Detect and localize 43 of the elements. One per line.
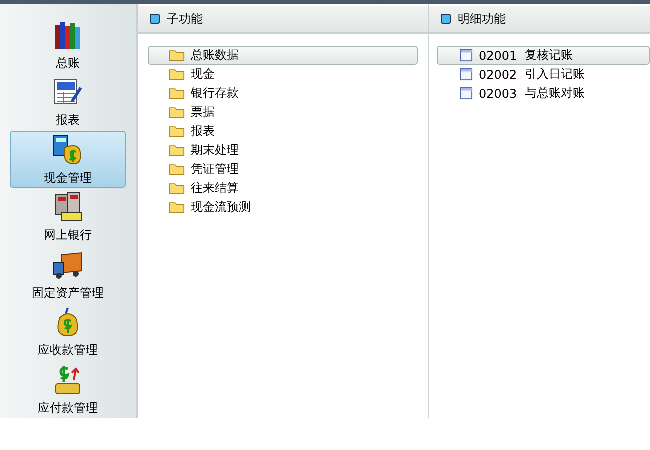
tree-item[interactable]: 期末处理 [148, 141, 418, 160]
folder-icon [169, 87, 185, 100]
function-item[interactable]: 02003 与总账对账 [437, 84, 650, 103]
folder-icon [169, 49, 185, 62]
nav-label: 总账 [56, 55, 80, 72]
nav-item[interactable]: 报表 [10, 73, 126, 131]
nav-item[interactable]: 应收款管理 [10, 303, 126, 361]
tree-item[interactable]: 凭证管理 [148, 160, 418, 179]
folder-icon [169, 201, 185, 214]
tree-item[interactable]: 往来结算 [148, 179, 418, 198]
nav-label: 应收款管理 [38, 342, 98, 360]
tree-item[interactable]: 总账数据 [148, 46, 418, 65]
nav-item[interactable]: 固定资产管理 [10, 246, 126, 304]
document-icon [460, 49, 473, 62]
document-icon [460, 68, 473, 81]
folder-icon [169, 125, 185, 138]
folder-icon [169, 106, 185, 119]
nav-label: 现金管理 [44, 170, 92, 187]
nav-label: 网上银行 [44, 227, 92, 244]
nav-item[interactable]: 应付款管理 [10, 360, 126, 418]
folder-icon [169, 163, 185, 176]
nav-item[interactable]: 网上银行 [10, 188, 126, 246]
folder-icon [169, 182, 185, 195]
tree-item[interactable]: 现金流预测 [148, 198, 418, 217]
square-icon [150, 14, 160, 24]
folder-icon [169, 68, 185, 81]
tree-item[interactable]: 银行存款 [148, 84, 418, 103]
nav-item[interactable]: 现金管理 [10, 130, 126, 188]
nav-label: 报表 [56, 112, 80, 130]
nav-label: 固定资产管理 [32, 284, 104, 302]
nav-label: 应付款管理 [38, 400, 98, 417]
function-item[interactable]: 02002 引入日记账 [437, 65, 650, 84]
nav-item[interactable]: 总账 [10, 16, 126, 74]
calculator-moneybag-icon [52, 134, 84, 166]
tree-item[interactable]: 票据 [148, 103, 418, 122]
square-icon [441, 14, 451, 24]
panel-title: 明细功能 [458, 10, 506, 28]
function-item[interactable]: 02001 复核记账 [437, 46, 650, 65]
tree-item[interactable]: 报表 [148, 122, 418, 141]
tree-item[interactable]: 现金 [148, 65, 418, 84]
folder-icon [169, 144, 185, 157]
panel-title: 子功能 [167, 10, 203, 28]
document-icon [460, 87, 473, 100]
